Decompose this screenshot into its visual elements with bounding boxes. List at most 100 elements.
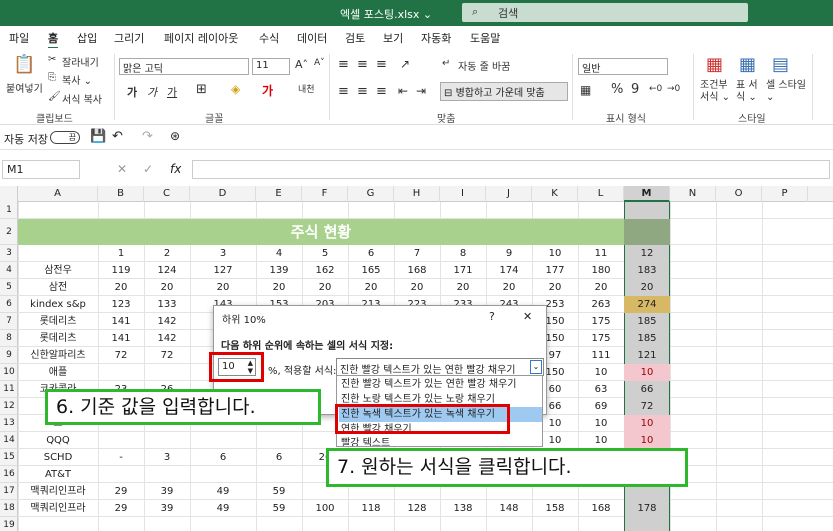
tab-view[interactable]: 보기 — [383, 30, 403, 46]
data-cell[interactable]: 141 — [98, 330, 144, 347]
autosave-toggle[interactable]: 끔 — [50, 131, 80, 144]
format-painter-button[interactable]: 서식 복사 — [62, 91, 102, 106]
conditional-format-button[interactable]: 조건부 서식 ⌄ — [700, 80, 732, 104]
font-name-select[interactable]: 맑은 고딕 — [119, 58, 249, 75]
redo-icon[interactable]: ↷ — [142, 129, 153, 144]
tab-review[interactable]: 검토 — [345, 30, 365, 46]
align-left-icon[interactable]: ≡ — [338, 84, 349, 99]
percent-icon[interactable]: % — [611, 82, 623, 97]
align-right-icon[interactable]: ≡ — [376, 84, 387, 99]
data-cell[interactable]: 20 — [348, 279, 394, 296]
data-cell[interactable] — [144, 432, 190, 449]
data-cell[interactable]: 124 — [144, 262, 190, 279]
cell-style-button[interactable]: 셀 스타일 ⌄ — [766, 80, 806, 104]
formula-input[interactable] — [192, 160, 830, 179]
row-label-cell[interactable]: 맥쿼리인프라 — [18, 483, 98, 500]
row-header[interactable]: 4 — [0, 262, 18, 279]
header-number-cell[interactable]: 9 — [486, 245, 532, 262]
merge-center-button[interactable]: ⊟ 병합하고 가운데 맞춤 — [440, 82, 568, 101]
data-cell[interactable]: 29 — [98, 483, 144, 500]
align-center-icon[interactable]: ≡ — [357, 84, 368, 99]
data-cell[interactable]: 185 — [624, 330, 670, 347]
wrap-text-icon[interactable]: ↵ — [442, 58, 450, 69]
tab-insert[interactable]: 삽입 — [77, 30, 97, 46]
data-cell[interactable]: 72 — [144, 347, 190, 364]
tab-draw[interactable]: 그리기 — [114, 30, 144, 46]
data-cell[interactable] — [144, 466, 190, 483]
row-header[interactable]: 11 — [0, 381, 18, 398]
column-header[interactable]: I — [440, 186, 486, 202]
header-number-cell[interactable]: 4 — [256, 245, 302, 262]
border-icon[interactable]: ⊞ — [196, 82, 207, 97]
header-number-cell[interactable]: 1 — [98, 245, 144, 262]
row-header[interactable]: 17 — [0, 483, 18, 500]
data-cell[interactable]: 20 — [440, 279, 486, 296]
row-label-cell[interactable]: kindex s&p — [18, 296, 98, 313]
header-number-cell[interactable]: 11 — [578, 245, 624, 262]
row-header[interactable]: 7 — [0, 313, 18, 330]
decrease-font-icon[interactable]: A˅ — [314, 58, 325, 68]
cut-icon[interactable]: ✂ — [48, 54, 56, 65]
column-header[interactable]: F — [302, 186, 348, 202]
comma-icon[interactable]: 9 — [631, 82, 639, 97]
data-cell[interactable]: 29 — [98, 500, 144, 517]
font-color-icon[interactable]: 가 — [262, 82, 273, 99]
paste-icon[interactable]: 📋 — [13, 54, 35, 75]
undo-icon[interactable]: ↶ — [112, 129, 123, 144]
data-cell[interactable]: 49 — [190, 500, 256, 517]
format-option[interactable]: 진한 빨강 텍스트가 있는 연한 빨강 채우기 — [339, 377, 542, 392]
data-cell[interactable]: 158 — [532, 500, 578, 517]
row-header[interactable]: 6 — [0, 296, 18, 313]
row-header[interactable]: 15 — [0, 449, 18, 466]
column-header[interactable]: O — [716, 186, 762, 202]
data-cell[interactable] — [144, 364, 190, 381]
file-name[interactable]: 엑셀 포스팅.xlsx ⌄ — [340, 6, 432, 22]
data-cell[interactable]: 3 — [144, 449, 190, 466]
data-cell[interactable]: 263 — [578, 296, 624, 313]
header-number-cell[interactable]: 7 — [394, 245, 440, 262]
table-format-button[interactable]: 표 서식 ⌄ — [736, 80, 760, 104]
data-cell[interactable] — [98, 466, 144, 483]
indent-increase-icon[interactable]: ⇥ — [416, 84, 426, 98]
data-cell[interactable]: 20 — [532, 279, 578, 296]
number-format-select[interactable]: 일반 — [578, 58, 668, 75]
data-cell[interactable]: 168 — [394, 262, 440, 279]
data-cell[interactable]: 20 — [144, 279, 190, 296]
align-bottom-icon[interactable]: ≡ — [376, 57, 387, 72]
align-middle-icon[interactable]: ≡ — [357, 57, 368, 72]
data-cell[interactable]: 171 — [440, 262, 486, 279]
format-select[interactable]: 진한 빨강 텍스트가 있는 연한 빨강 채우기 ⌄ — [336, 358, 544, 376]
tab-automate[interactable]: 자동화 — [421, 30, 451, 46]
data-cell[interactable]: 10 — [624, 364, 670, 381]
column-header[interactable]: H — [394, 186, 440, 202]
format-painter-icon[interactable]: 🖌 — [48, 91, 61, 102]
header-number-cell[interactable]: 5 — [302, 245, 348, 262]
row-label-cell[interactable]: AT&T — [18, 466, 98, 483]
column-header[interactable]: A — [18, 186, 98, 202]
column-header[interactable]: N — [670, 186, 716, 202]
row-label-cell[interactable]: 맥쿼리인프라 — [18, 500, 98, 517]
row-header[interactable]: 1 — [0, 202, 18, 219]
data-cell[interactable]: 10 — [624, 432, 670, 449]
data-cell[interactable]: 142 — [144, 313, 190, 330]
copy-icon[interactable]: ⎘ — [48, 72, 56, 83]
header-number-cell[interactable]: 8 — [440, 245, 486, 262]
data-cell[interactable]: 59 — [256, 483, 302, 500]
data-cell[interactable]: 111 — [578, 347, 624, 364]
row-label-cell[interactable]: 롯데리츠 — [18, 330, 98, 347]
column-header[interactable]: E — [256, 186, 302, 202]
row-header[interactable]: 14 — [0, 432, 18, 449]
data-cell[interactable]: 10 — [578, 415, 624, 432]
row-header[interactable]: 19 — [0, 517, 18, 531]
tab-page-layout[interactable]: 페이지 레이아웃 — [164, 30, 238, 46]
column-header[interactable]: C — [144, 186, 190, 202]
data-cell[interactable]: 49 — [190, 483, 256, 500]
column-header[interactable]: L — [578, 186, 624, 202]
column-header[interactable]: M — [624, 186, 670, 202]
data-cell[interactable]: 39 — [144, 483, 190, 500]
italic-icon[interactable]: 가 — [147, 84, 157, 100]
data-cell[interactable] — [190, 466, 256, 483]
header-number-cell[interactable]: 10 — [532, 245, 578, 262]
data-cell[interactable]: 20 — [624, 279, 670, 296]
data-cell[interactable]: 72 — [624, 398, 670, 415]
